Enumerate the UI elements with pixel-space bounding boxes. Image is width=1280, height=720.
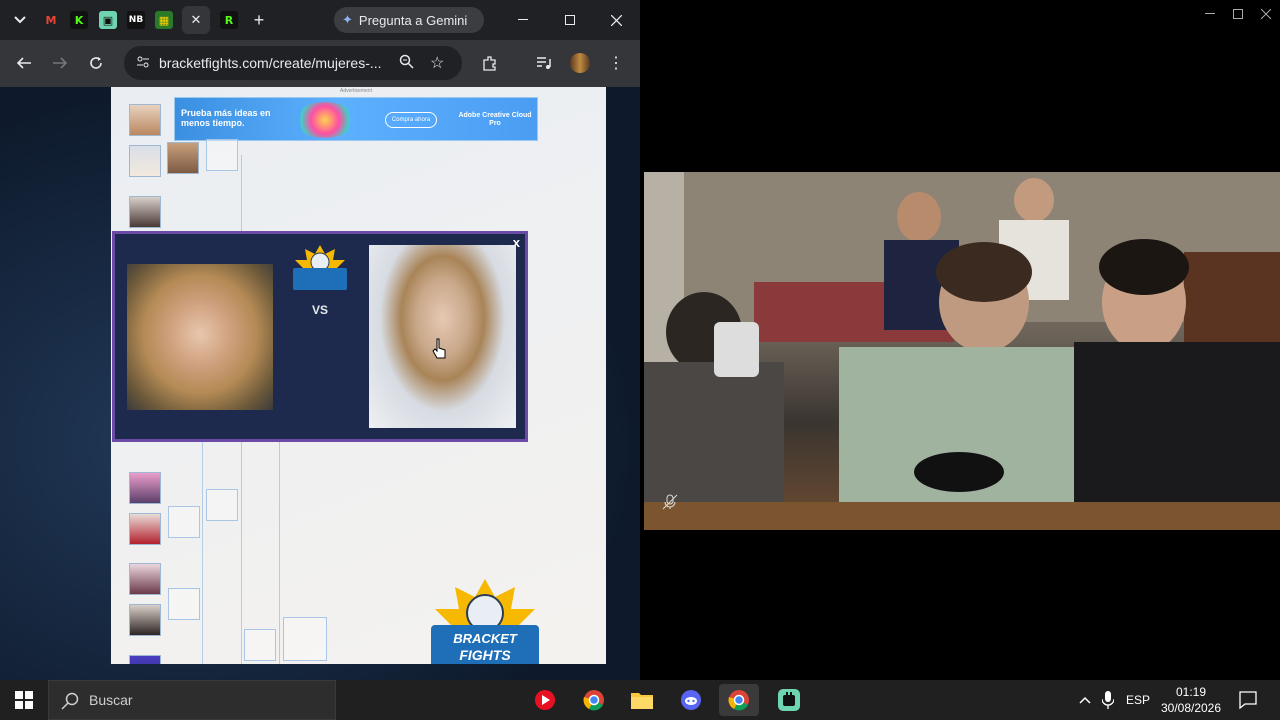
contestant-thumb[interactable] (129, 513, 161, 545)
logo-text-bottom: FIGHTS (459, 647, 511, 663)
browser-window: M K ▣ NB ▦ ✕ R + ✦ Pregunta a Gemini bra… (0, 0, 640, 680)
zoom-icon[interactable] (399, 54, 415, 73)
video-maximize-icon[interactable] (1224, 0, 1252, 28)
forward-icon[interactable] (46, 49, 74, 77)
logo-text-top: BRACKET (453, 631, 517, 646)
windows-taskbar: Buscar ESP 01:19 30/08/2026 (0, 680, 1280, 720)
notifications-icon[interactable] (1234, 686, 1262, 714)
url-text: bracketfights.com/create/mujeres-... (159, 55, 382, 71)
reload-icon[interactable] (82, 49, 110, 77)
video-minimize-icon[interactable] (1196, 0, 1224, 28)
discord-icon[interactable] (671, 684, 711, 716)
kick-tab-icon[interactable]: K (70, 11, 88, 29)
contestant-thumb[interactable] (167, 142, 199, 174)
gemini-button[interactable]: ✦ Pregunta a Gemini (334, 7, 484, 33)
green-app-icon[interactable] (769, 684, 809, 716)
window-close-icon[interactable] (602, 6, 630, 34)
bracket-slot (206, 139, 238, 171)
ad-brand: Adobe Creative Cloud Pro (458, 112, 532, 127)
bracket-slot (168, 588, 200, 620)
webcam-video (644, 172, 1280, 530)
maximize-icon[interactable] (556, 6, 584, 34)
tab-strip: M K ▣ NB ▦ ✕ R + ✦ Pregunta a Gemini (0, 0, 640, 40)
versus-modal: x VS (112, 231, 528, 442)
bracket-line (202, 442, 203, 664)
vs-label: VS (312, 303, 329, 317)
bracketfights-small-logo (290, 245, 350, 291)
file-explorer-icon[interactable] (622, 684, 662, 716)
chrome-active-app-icon[interactable] (719, 684, 759, 716)
bracket-slot (206, 489, 238, 521)
rumble-tab-icon[interactable]: R (220, 11, 238, 29)
bookmark-star-icon[interactable]: ☆ (430, 53, 444, 73)
contestant-thumb[interactable] (129, 196, 161, 228)
search-icon (61, 692, 79, 713)
taskbar-search[interactable]: Buscar (48, 680, 336, 720)
ad-text: Prueba más ideas en menos tiempo. (181, 108, 271, 128)
media-control-icon[interactable] (530, 49, 558, 77)
clock-date: 30/08/2026 (1160, 701, 1222, 715)
webcam-scene (644, 172, 1280, 530)
nb-tab-icon[interactable]: NB (127, 11, 145, 29)
video-close-icon[interactable] (1252, 0, 1280, 28)
contestant-thumb[interactable] (129, 472, 161, 504)
gmail-tab-icon[interactable]: M (42, 11, 60, 29)
bracket-slot (283, 617, 327, 661)
bracket-line (279, 442, 280, 664)
contestant-thumb[interactable] (129, 604, 161, 636)
browser-toolbar: bracketfights.com/create/mujeres-... ☆ ⋮ (0, 40, 640, 87)
ad-cta-button[interactable]: Compra ahora (385, 112, 437, 128)
app-tab-icon[interactable]: ▣ (99, 11, 117, 29)
bracketfights-logo: BRACKET FIGHTS (425, 579, 545, 664)
minimize-icon[interactable] (509, 6, 537, 34)
contestant-thumb[interactable] (129, 145, 161, 177)
video-window (640, 0, 1280, 680)
back-icon[interactable] (10, 49, 38, 77)
contestant-thumb[interactable] (129, 655, 161, 664)
search-placeholder: Buscar (89, 692, 133, 708)
tab-search-icon[interactable] (6, 6, 34, 34)
bracket-slot (244, 629, 276, 661)
new-tab-button[interactable]: + (245, 6, 273, 34)
bracket-slot (168, 506, 200, 538)
contestant-thumb[interactable] (129, 563, 161, 595)
sheets-tab-icon[interactable]: ▦ (155, 11, 173, 29)
ad-banner[interactable]: Prueba más ideas en menos tiempo. Compra… (174, 97, 538, 141)
microphone-icon[interactable] (1094, 686, 1122, 714)
menu-kebab-icon[interactable]: ⋮ (602, 49, 630, 77)
clock-time: 01:19 (1175, 685, 1207, 699)
bracket-line (241, 155, 242, 235)
clock[interactable]: 01:19 30/08/2026 (1158, 684, 1224, 716)
extensions-icon[interactable] (476, 49, 504, 77)
contestant-thumb[interactable] (129, 104, 161, 136)
media-player-app-icon[interactable] (525, 684, 565, 716)
tab-close-icon[interactable]: ✕ (182, 6, 210, 34)
start-windows-icon[interactable] (10, 686, 38, 714)
ad-label: Advertisement (340, 88, 372, 94)
muted-mic-icon (662, 494, 678, 510)
bracket-line (241, 442, 242, 664)
ad-graphic (295, 102, 355, 138)
address-bar[interactable]: bracketfights.com/create/mujeres-... ☆ (124, 46, 462, 80)
gemini-label: Pregunta a Gemini (358, 12, 468, 28)
mouse-cursor-icon (432, 338, 448, 365)
contestant-left-photo[interactable] (127, 264, 273, 410)
language-indicator[interactable]: ESP (1126, 693, 1150, 707)
site-info-icon[interactable] (136, 55, 150, 72)
profile-avatar[interactable] (566, 49, 594, 77)
contestant-right-photo[interactable] (369, 245, 516, 428)
chrome-app-icon[interactable] (574, 684, 614, 716)
gemini-icon: ✦ (342, 12, 353, 27)
